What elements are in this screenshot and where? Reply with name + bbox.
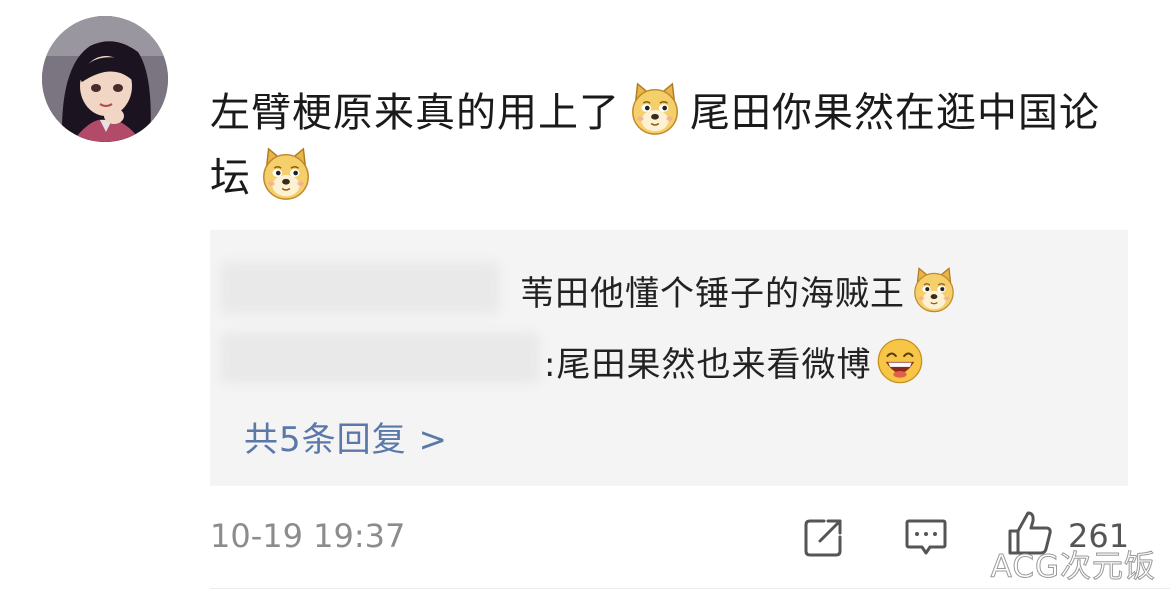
reply-item[interactable]: 苇田他懂个锤子的海贼王 xyxy=(520,265,959,316)
doge-emoji-icon xyxy=(626,80,684,138)
more-replies-link[interactable]: 共5条回复 > xyxy=(244,412,448,461)
laughing-emoji-icon xyxy=(875,336,925,386)
comment-text-part1: 左臂梗原来真的用上了 xyxy=(210,90,620,136)
comment-body: 左臂梗原来真的用上了 尾田你果然在逛中国论坛 xyxy=(210,80,1130,210)
doge-emoji-icon xyxy=(909,265,959,315)
reply-author-redacted xyxy=(220,332,540,384)
reply-text: 尾田果然也来看微博 xyxy=(556,345,872,385)
anime-girl-avatar-icon xyxy=(42,16,168,142)
doge-emoji-icon xyxy=(257,145,315,203)
reply-separator: : xyxy=(544,345,557,385)
comment-icon[interactable] xyxy=(904,515,948,559)
avatar[interactable] xyxy=(42,16,168,142)
divider xyxy=(210,588,1170,589)
watermark: ACG次元饭 xyxy=(990,549,1156,586)
reply-text: 苇田他懂个锤子的海贼王 xyxy=(520,274,905,314)
share-icon[interactable] xyxy=(802,515,846,559)
reply-preview-box[interactable]: 苇田他懂个锤子的海贼王 :尾田果然也来看微博 共5条回复 > xyxy=(210,230,1128,486)
reply-author-redacted xyxy=(220,262,500,314)
timestamp: 10-19 19:37 xyxy=(210,517,406,555)
reply-item[interactable]: :尾田果然也来看微博 xyxy=(544,336,925,387)
